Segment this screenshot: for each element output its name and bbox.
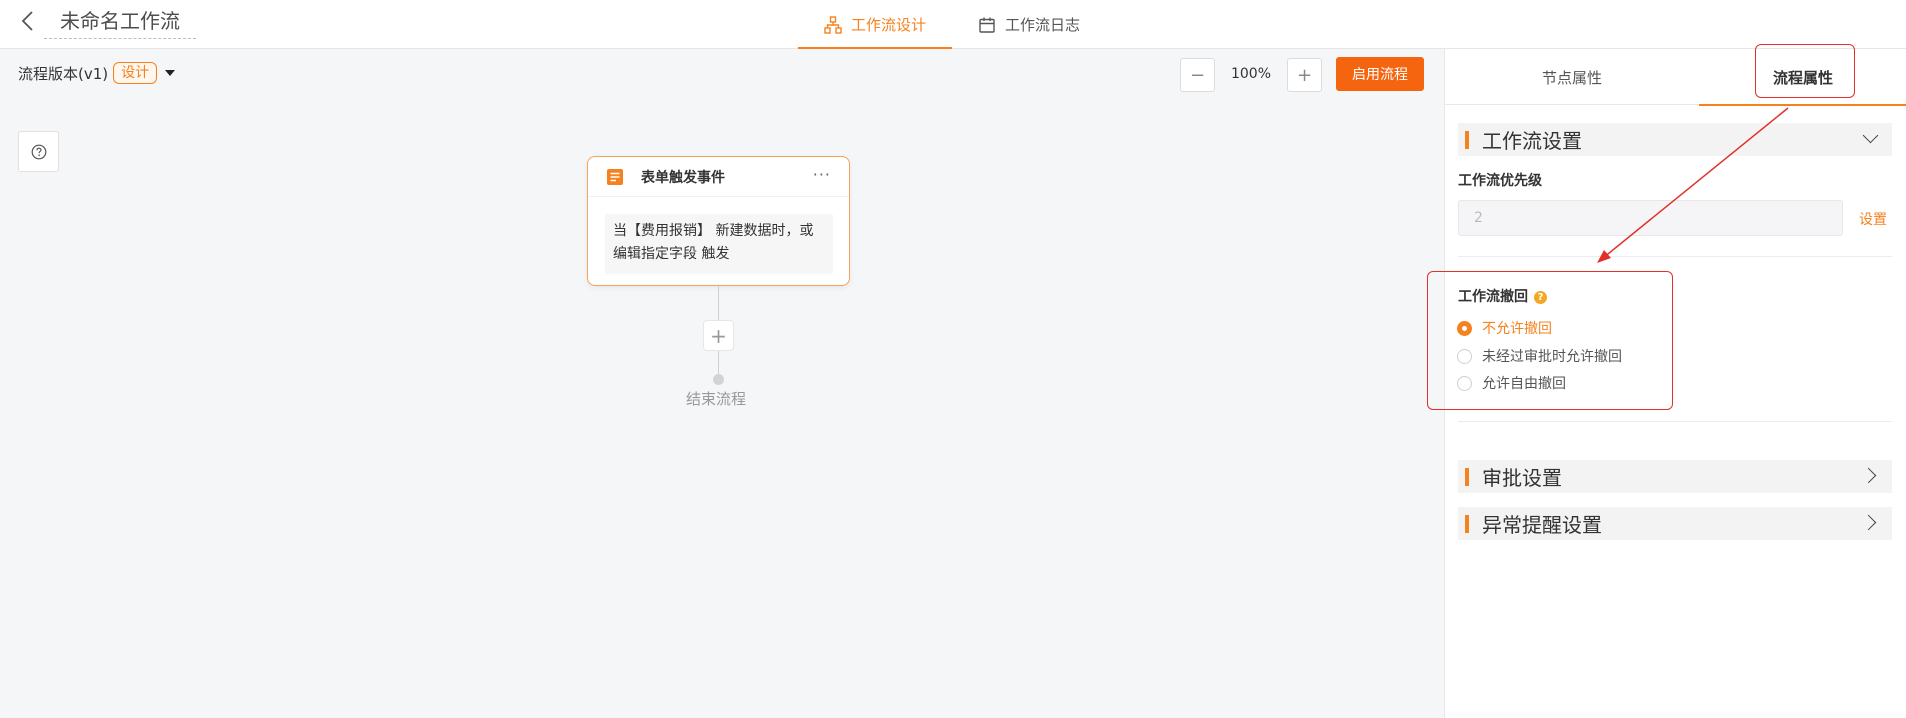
recall-label-text: 工作流撤回 (1458, 289, 1528, 305)
radio-no-recall[interactable]: 不允许撤回 (1457, 318, 1552, 338)
zoom-in-button[interactable]: + (1287, 58, 1322, 92)
more-options-icon[interactable]: ··· (813, 165, 831, 184)
trigger-node-title: 表单触发事件 (641, 169, 725, 186)
divider (1458, 421, 1892, 422)
radio-free-recall[interactable]: 允许自由撤回 (1457, 373, 1566, 393)
divider (1458, 256, 1892, 257)
radio-no-recall-label: 不允许撤回 (1482, 321, 1552, 337)
tab-workflow-design-label: 工作流设计 (850, 16, 926, 34)
connector-line (718, 286, 719, 320)
zoom-level: 100% (1230, 66, 1272, 82)
trigger-node-header: 表单触发事件 (588, 157, 849, 197)
zoom-out-button[interactable]: − (1180, 58, 1215, 92)
radio-selected-icon[interactable] (1457, 320, 1472, 336)
radio-recall-before-approval[interactable]: 未经过审批时允许撤回 (1457, 346, 1622, 366)
help-button[interactable] (18, 131, 59, 172)
radio-free-recall-label: 允许自由撤回 (1482, 376, 1566, 392)
top-header: 未命名工作流 工作流设计 工作流日志 (0, 0, 1906, 50)
alert-settings-title: 异常提醒设置 (1482, 513, 1602, 537)
connector-line (718, 351, 719, 375)
radio-unselected-icon[interactable] (1457, 348, 1472, 364)
workflow-title[interactable]: 未命名工作流 (44, 7, 196, 39)
trigger-node-description: 当【费用报销】 新建数据时，或编辑指定字段 触发 (605, 214, 833, 274)
approval-settings-header[interactable]: 审批设置 (1458, 460, 1892, 493)
enable-workflow-button[interactable]: 启用流程 (1336, 57, 1424, 91)
section-accent-bar (1465, 130, 1469, 149)
chevron-right-icon (1860, 467, 1877, 484)
version-selector[interactable]: 流程版本(v1) 设计 (18, 62, 176, 84)
version-badge: 设计 (113, 62, 158, 84)
properties-panel: 节点属性 流程属性 工作流设置 工作流优先级 2 设置 工作流撤回? 不允许撤回… (1444, 49, 1906, 718)
section-accent-bar (1465, 514, 1469, 533)
question-circle-icon (31, 144, 46, 159)
tab-node-properties[interactable]: 节点属性 (1445, 49, 1699, 105)
chevron-right-icon (1860, 514, 1877, 531)
alert-settings-header[interactable]: 异常提醒设置 (1458, 507, 1892, 540)
help-question-icon[interactable]: ? (1534, 291, 1547, 304)
recall-label: 工作流撤回? (1458, 286, 1547, 306)
workflow-canvas[interactable]: 流程版本(v1) 设计 − 100% + 启用流程 表单触发事件 ··· 当【费… (0, 49, 1444, 718)
radio-recall-before-approval-label: 未经过审批时允许撤回 (1482, 349, 1622, 365)
add-node-button[interactable]: + (703, 320, 734, 351)
calendar-icon (978, 16, 996, 34)
tab-flow-properties[interactable]: 流程属性 (1699, 49, 1906, 106)
radio-unselected-icon[interactable] (1457, 375, 1472, 391)
workflow-settings-title: 工作流设置 (1482, 129, 1582, 153)
priority-input[interactable]: 2 (1458, 200, 1843, 236)
version-label: 流程版本(v1) (18, 64, 109, 83)
back-arrow-icon[interactable] (18, 8, 40, 34)
tab-workflow-design[interactable]: 工作流设计 (798, 0, 952, 50)
section-accent-bar (1465, 467, 1469, 486)
panel-tabs: 节点属性 流程属性 (1445, 49, 1906, 106)
end-flow-label: 结束流程 (686, 390, 747, 408)
workflow-icon (824, 15, 842, 34)
end-point (713, 374, 724, 385)
priority-label: 工作流优先级 (1458, 173, 1542, 189)
form-icon (606, 168, 624, 186)
tab-workflow-log[interactable]: 工作流日志 (978, 0, 1080, 49)
workflow-settings-header[interactable]: 工作流设置 (1458, 123, 1892, 156)
tab-workflow-log-label: 工作流日志 (1005, 16, 1081, 34)
approval-settings-title: 审批设置 (1482, 466, 1562, 490)
chevron-down-icon (1862, 127, 1879, 144)
caret-down-icon[interactable] (165, 70, 176, 76)
priority-set-link[interactable]: 设置 (1859, 209, 1887, 229)
trigger-node[interactable]: 表单触发事件 ··· 当【费用报销】 新建数据时，或编辑指定字段 触发 (587, 156, 850, 286)
